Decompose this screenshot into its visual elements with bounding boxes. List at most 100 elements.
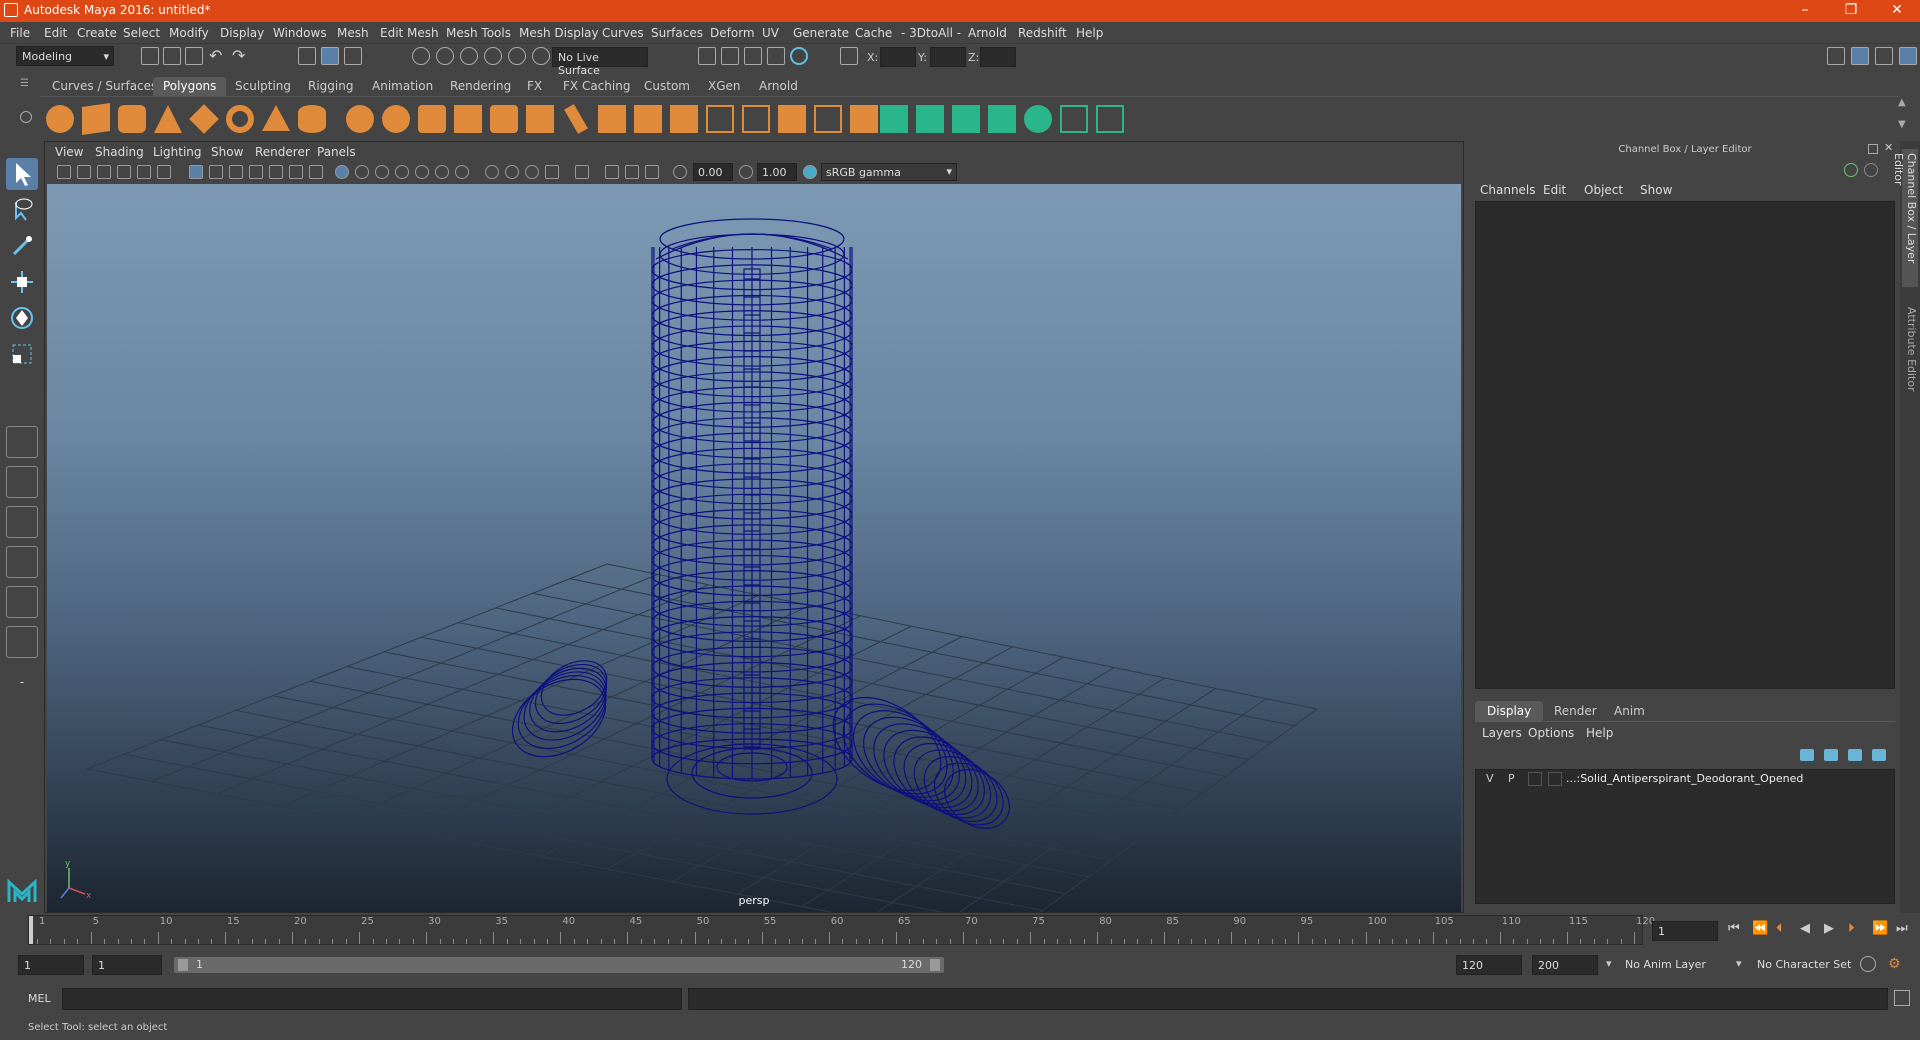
attribute-editor-rail-tab[interactable]: Attribute Editor bbox=[1902, 307, 1918, 397]
isolate-select-icon[interactable] bbox=[575, 165, 589, 179]
persp-graph-layout-icon[interactable] bbox=[6, 546, 38, 578]
film-gate-icon[interactable] bbox=[209, 165, 223, 179]
layer-name[interactable]: ...:Solid_Antiperspirant_Deodorant_Opene… bbox=[1566, 772, 1803, 785]
select-hierarchy-icon[interactable] bbox=[298, 47, 316, 65]
range-slider-track[interactable]: 1 120 bbox=[174, 957, 944, 973]
move-tool-icon[interactable] bbox=[6, 266, 38, 298]
poly-sphere-icon[interactable] bbox=[46, 105, 74, 133]
move-layer-down-icon[interactable] bbox=[1824, 749, 1838, 761]
outliner-persp-layout-icon[interactable] bbox=[6, 626, 38, 658]
shelf-scroll-up-icon[interactable]: ▲ bbox=[1898, 97, 1916, 115]
animation-preferences-icon[interactable]: ⚙ bbox=[1888, 956, 1904, 972]
grease-pencil-icon[interactable] bbox=[137, 165, 151, 179]
scene-start-field[interactable]: 1 bbox=[18, 955, 84, 975]
select-component-icon[interactable] bbox=[344, 47, 362, 65]
toggle-modeling-toolkit-icon[interactable] bbox=[1827, 47, 1845, 65]
depth-of-field-icon[interactable] bbox=[545, 165, 559, 179]
image-plane-icon[interactable] bbox=[117, 165, 131, 179]
menu-uv[interactable]: UV bbox=[762, 26, 779, 40]
layer-tab-display[interactable]: Display bbox=[1475, 701, 1544, 721]
fill-hole-icon[interactable] bbox=[706, 105, 734, 133]
toggle-attribute-editor-icon[interactable] bbox=[1851, 47, 1869, 65]
safe-title-icon[interactable] bbox=[309, 165, 323, 179]
channel-box-rail-tab[interactable]: Channel Box / Layer Editor bbox=[1892, 149, 1918, 287]
xray-joints-icon[interactable] bbox=[605, 165, 619, 179]
x-field[interactable] bbox=[880, 47, 916, 67]
xray-components-icon[interactable] bbox=[625, 165, 639, 179]
toggle-tool-settings-icon[interactable] bbox=[1875, 47, 1893, 65]
chevron-down-icon[interactable]: ▾ bbox=[1606, 957, 1612, 970]
wireframe-mode-icon[interactable] bbox=[335, 165, 349, 179]
separate-icon[interactable] bbox=[382, 105, 410, 133]
move-layer-up-icon[interactable] bbox=[1800, 749, 1814, 761]
shelf-tab-animation[interactable]: Animation bbox=[362, 77, 443, 96]
range-end-handle[interactable] bbox=[930, 959, 940, 971]
shelf-tab-xgen[interactable]: XGen bbox=[698, 77, 751, 96]
poly-plane-icon[interactable] bbox=[189, 104, 219, 134]
close-button[interactable]: ✕ bbox=[1874, 0, 1920, 22]
exposure-icon[interactable] bbox=[673, 165, 687, 179]
go-to-start-icon[interactable]: ⏮ bbox=[1728, 921, 1746, 939]
append-polygon-icon[interactable] bbox=[670, 105, 698, 133]
target-weld-icon[interactable] bbox=[814, 105, 842, 133]
twod-pan-zoom-icon[interactable] bbox=[157, 165, 171, 179]
snap-point-icon[interactable] bbox=[460, 47, 478, 65]
gamma-icon[interactable] bbox=[739, 165, 753, 179]
menu-edit-mesh[interactable]: Edit Mesh bbox=[380, 26, 439, 40]
step-back-key-icon[interactable]: ⏪ bbox=[1752, 921, 1770, 939]
shadows-icon[interactable] bbox=[455, 165, 469, 179]
uv-editor-icon[interactable] bbox=[1096, 105, 1124, 133]
menu-redshift[interactable]: Redshift bbox=[1018, 26, 1067, 40]
shelf-tab-fx-caching[interactable]: FX Caching bbox=[553, 77, 640, 96]
smooth-icon[interactable] bbox=[418, 105, 446, 133]
select-tool-icon[interactable] bbox=[6, 158, 38, 190]
open-scene-icon[interactable] bbox=[163, 47, 181, 65]
minimize-button[interactable]: – bbox=[1782, 0, 1828, 22]
mode-selector[interactable]: Modeling ▾ bbox=[16, 46, 114, 66]
backface-culling-icon[interactable] bbox=[645, 165, 659, 179]
field-chart-icon[interactable] bbox=[269, 165, 283, 179]
paint-select-tool-icon[interactable] bbox=[6, 230, 38, 262]
persp-hypershade-layout-icon[interactable] bbox=[6, 586, 38, 618]
textured-icon[interactable] bbox=[415, 165, 429, 179]
poly-pyramid-icon[interactable] bbox=[262, 105, 290, 131]
edit-menu[interactable]: Edit bbox=[1543, 183, 1566, 197]
show-menu[interactable]: Show bbox=[1640, 183, 1672, 197]
grid-toggle-icon[interactable] bbox=[189, 165, 203, 179]
menu-select[interactable]: Select bbox=[123, 26, 160, 40]
resolution-gate-icon[interactable] bbox=[229, 165, 243, 179]
shelf-tab-polygons[interactable]: Polygons bbox=[153, 77, 227, 96]
smooth-shade-icon[interactable] bbox=[355, 165, 369, 179]
transform-mode-icon[interactable] bbox=[840, 47, 858, 65]
exposure-field[interactable]: 0.00 bbox=[693, 163, 733, 181]
menu-generate[interactable]: Generate bbox=[793, 26, 849, 40]
insert-edge-loop-icon[interactable] bbox=[778, 105, 806, 133]
panel-menu-show[interactable]: Show bbox=[211, 145, 243, 159]
layer-tab-render[interactable]: Render bbox=[1542, 701, 1609, 721]
extrude-icon[interactable] bbox=[564, 104, 588, 134]
range-start-handle[interactable] bbox=[178, 959, 188, 971]
lasso-tool-icon[interactable] bbox=[6, 194, 38, 226]
playback-start-field[interactable]: 1 bbox=[92, 955, 162, 975]
layer-color-swatch[interactable] bbox=[1548, 772, 1562, 786]
command-language-label[interactable]: MEL bbox=[28, 992, 51, 1005]
play-backwards-icon[interactable]: ◀ bbox=[1800, 921, 1818, 939]
redo-icon[interactable]: ↷ bbox=[232, 46, 250, 65]
camera-attributes-icon[interactable] bbox=[77, 165, 91, 179]
timeline-ruler[interactable]: 1 5 10 15 20 25 30 35 40 45 50 55 60 65 70 75 80 85 90 95 10… bbox=[28, 915, 1655, 945]
object-menu[interactable]: Object bbox=[1584, 183, 1623, 197]
step-forward-key-icon[interactable]: ⏩ bbox=[1872, 921, 1890, 939]
menu-create[interactable]: Create bbox=[77, 26, 117, 40]
bridge-icon[interactable] bbox=[634, 105, 662, 133]
combine-icon[interactable] bbox=[346, 105, 374, 133]
extract-icon[interactable] bbox=[454, 105, 482, 133]
z-field[interactable] bbox=[980, 47, 1016, 67]
rotate-tool-icon[interactable] bbox=[6, 302, 38, 334]
panel-menu-shading[interactable]: Shading bbox=[95, 145, 144, 159]
new-scene-icon[interactable] bbox=[141, 47, 159, 65]
motion-blur-icon[interactable] bbox=[505, 165, 519, 179]
step-forward-frame-icon[interactable]: ⏵ bbox=[1848, 921, 1866, 939]
new-empty-layer-icon[interactable] bbox=[1848, 749, 1862, 761]
attr-toggle-icon[interactable] bbox=[1864, 163, 1878, 177]
uv-unfold-icon[interactable] bbox=[1024, 105, 1052, 133]
